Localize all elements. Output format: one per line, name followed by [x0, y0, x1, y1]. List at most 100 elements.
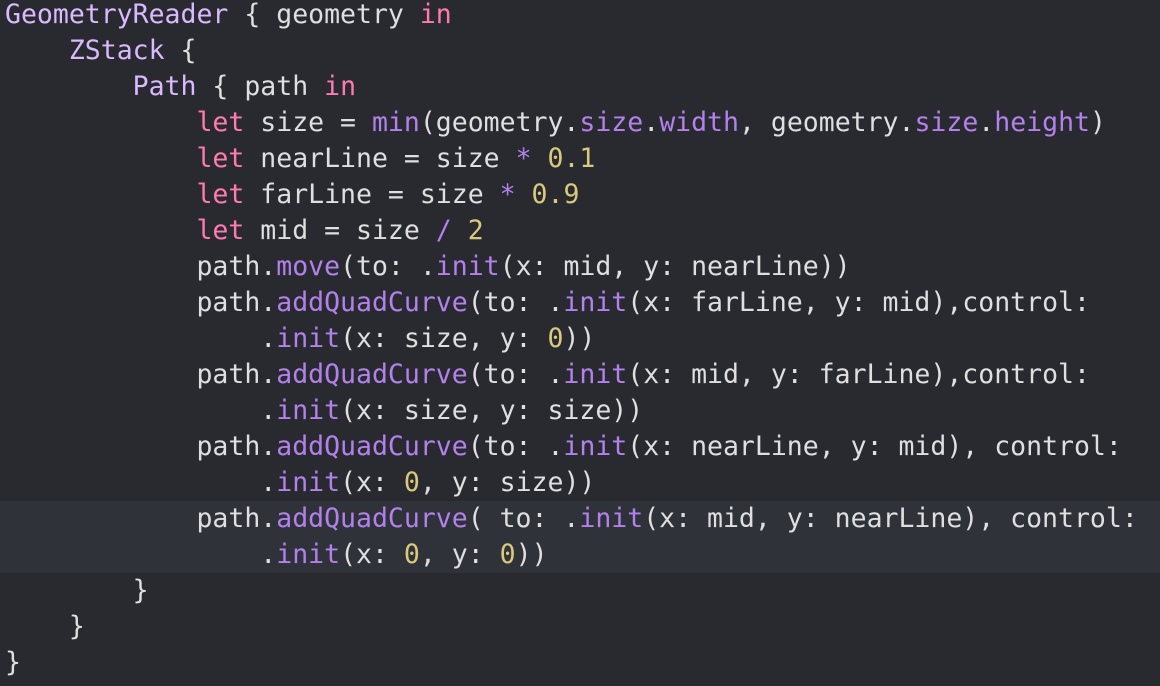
code-token-number: 0	[499, 539, 516, 570]
code-token-plain: path.	[5, 359, 277, 390]
code-token-plain: (to: .	[467, 287, 564, 318]
code-token-method: *	[515, 143, 532, 174]
code-token-plain: (x: size, y:	[340, 323, 548, 354]
code-token-plain: (x:	[340, 467, 404, 498]
code-token-plain: nearLine = size	[244, 143, 516, 174]
code-token-method: init	[276, 467, 341, 498]
code-token-type: Path	[132, 71, 197, 102]
code-token-plain: (x: nearLine, y: mid), control:	[627, 431, 1122, 462]
code-token-number: 0	[547, 323, 564, 354]
code-token-plain: }	[5, 575, 149, 606]
code-line[interactable]: path.addQuadCurve( to: .init(x: mid, y: …	[0, 501, 1160, 537]
code-line[interactable]: path.addQuadCurve(to: .init(x: mid, y: f…	[0, 357, 1160, 393]
code-token-plain: (to: .	[467, 431, 564, 462]
code-token-plain: .	[5, 467, 277, 498]
code-token-method: width	[659, 107, 739, 138]
code-token-plain: farLine = size	[244, 179, 500, 210]
code-token-plain: .	[978, 107, 995, 138]
code-line[interactable]: .init(x: 0, y: 0))	[0, 537, 1160, 573]
code-line[interactable]: let size = min(geometry.size.width, geom…	[0, 105, 1160, 141]
code-token-plain: ))	[563, 323, 596, 354]
code-token-plain: )	[1090, 107, 1106, 138]
code-token-plain: }	[5, 647, 21, 678]
code-line[interactable]: let mid = size / 2	[0, 213, 1160, 249]
code-token-plain: path.	[5, 431, 277, 462]
code-token-plain: }	[5, 611, 85, 642]
code-token-plain: (x: mid, y: nearLine), control:	[643, 503, 1138, 534]
code-token-number: 0	[403, 467, 420, 498]
code-line[interactable]: Path { path in	[0, 69, 1160, 105]
code-token-number: 0	[403, 539, 420, 570]
code-token-method: size	[579, 107, 644, 138]
code-token-plain: (x:	[340, 539, 404, 570]
code-line[interactable]: let farLine = size * 0.9	[0, 177, 1160, 213]
code-token-method: addQuadCurve	[276, 503, 468, 534]
code-token-plain: path.	[5, 287, 277, 318]
code-token-type: GeometryReader	[5, 0, 229, 30]
code-line[interactable]: .init(x: size, y: 0))	[0, 321, 1160, 357]
code-token-method: addQuadCurve	[276, 359, 468, 390]
code-token-number: 2	[467, 215, 484, 246]
code-token-plain: .	[5, 395, 277, 426]
code-token-method: addQuadCurve	[276, 287, 468, 318]
code-token-plain: (x: mid, y: nearLine))	[499, 251, 851, 282]
code-token-plain: , y: size))	[419, 467, 596, 498]
code-token-plain: mid = size	[244, 215, 436, 246]
code-token-plain: .	[5, 539, 277, 570]
code-token-method: init	[435, 251, 500, 282]
code-token-keyword: in	[419, 0, 452, 30]
code-token-method: addQuadCurve	[276, 431, 468, 462]
code-token-plain: size =	[244, 107, 372, 138]
code-line[interactable]: GeometryReader { geometry in	[0, 0, 1160, 33]
code-line[interactable]: .init(x: size, y: size))	[0, 393, 1160, 429]
code-token-plain: (x: mid, y: farLine),control:	[627, 359, 1090, 390]
code-token-plain: , geometry.	[738, 107, 915, 138]
code-token-keyword: let	[196, 215, 245, 246]
code-token-plain: (to: .	[467, 359, 564, 390]
code-token-number: 0.9	[531, 179, 580, 210]
code-token-plain: (x: farLine, y: mid),control:	[627, 287, 1090, 318]
code-line[interactable]: path.move(to: .init(x: mid, y: nearLine)…	[0, 249, 1160, 285]
code-token-plain: .	[643, 107, 660, 138]
code-token-method: init	[563, 431, 628, 462]
code-line[interactable]: ZStack {	[0, 33, 1160, 69]
code-token-method: init	[276, 539, 341, 570]
code-token-method: min	[371, 107, 420, 138]
code-token-plain: { geometry	[228, 0, 420, 30]
code-token-plain: path.	[5, 251, 277, 282]
code-line[interactable]: let nearLine = size * 0.1	[0, 141, 1160, 177]
code-token-keyword: in	[324, 71, 357, 102]
code-line[interactable]: }	[0, 573, 1160, 609]
code-token-method: /	[435, 215, 452, 246]
code-line[interactable]: path.addQuadCurve(to: .init(x: farLine, …	[0, 285, 1160, 321]
code-token-method: init	[276, 395, 341, 426]
code-token-plain: ( to: .	[467, 503, 580, 534]
code-editor[interactable]: GeometryReader { geometry in ZStack { Pa…	[0, 0, 1160, 686]
code-token-method: init	[563, 359, 628, 390]
code-token-number: 0.1	[547, 143, 596, 174]
code-token-keyword: let	[196, 143, 245, 174]
code-token-plain: (x: size, y: size))	[340, 395, 644, 426]
code-token-plain: .	[5, 323, 277, 354]
code-token-type: ZStack	[68, 35, 165, 66]
code-line[interactable]: }	[0, 609, 1160, 645]
code-line[interactable]: .init(x: 0, y: size))	[0, 465, 1160, 501]
code-token-method: *	[499, 179, 516, 210]
code-token-plain: {	[164, 35, 197, 66]
code-line[interactable]: path.addQuadCurve(to: .init(x: nearLine,…	[0, 429, 1160, 465]
code-token-keyword: let	[196, 179, 245, 210]
code-line[interactable]: }	[0, 645, 1160, 681]
code-token-method: move	[276, 251, 341, 282]
code-token-method: init	[563, 287, 628, 318]
code-token-plain: (to: .	[340, 251, 436, 282]
code-token-plain: path.	[5, 503, 277, 534]
code-token-method: height	[994, 107, 1090, 138]
code-token-method: init	[276, 323, 341, 354]
